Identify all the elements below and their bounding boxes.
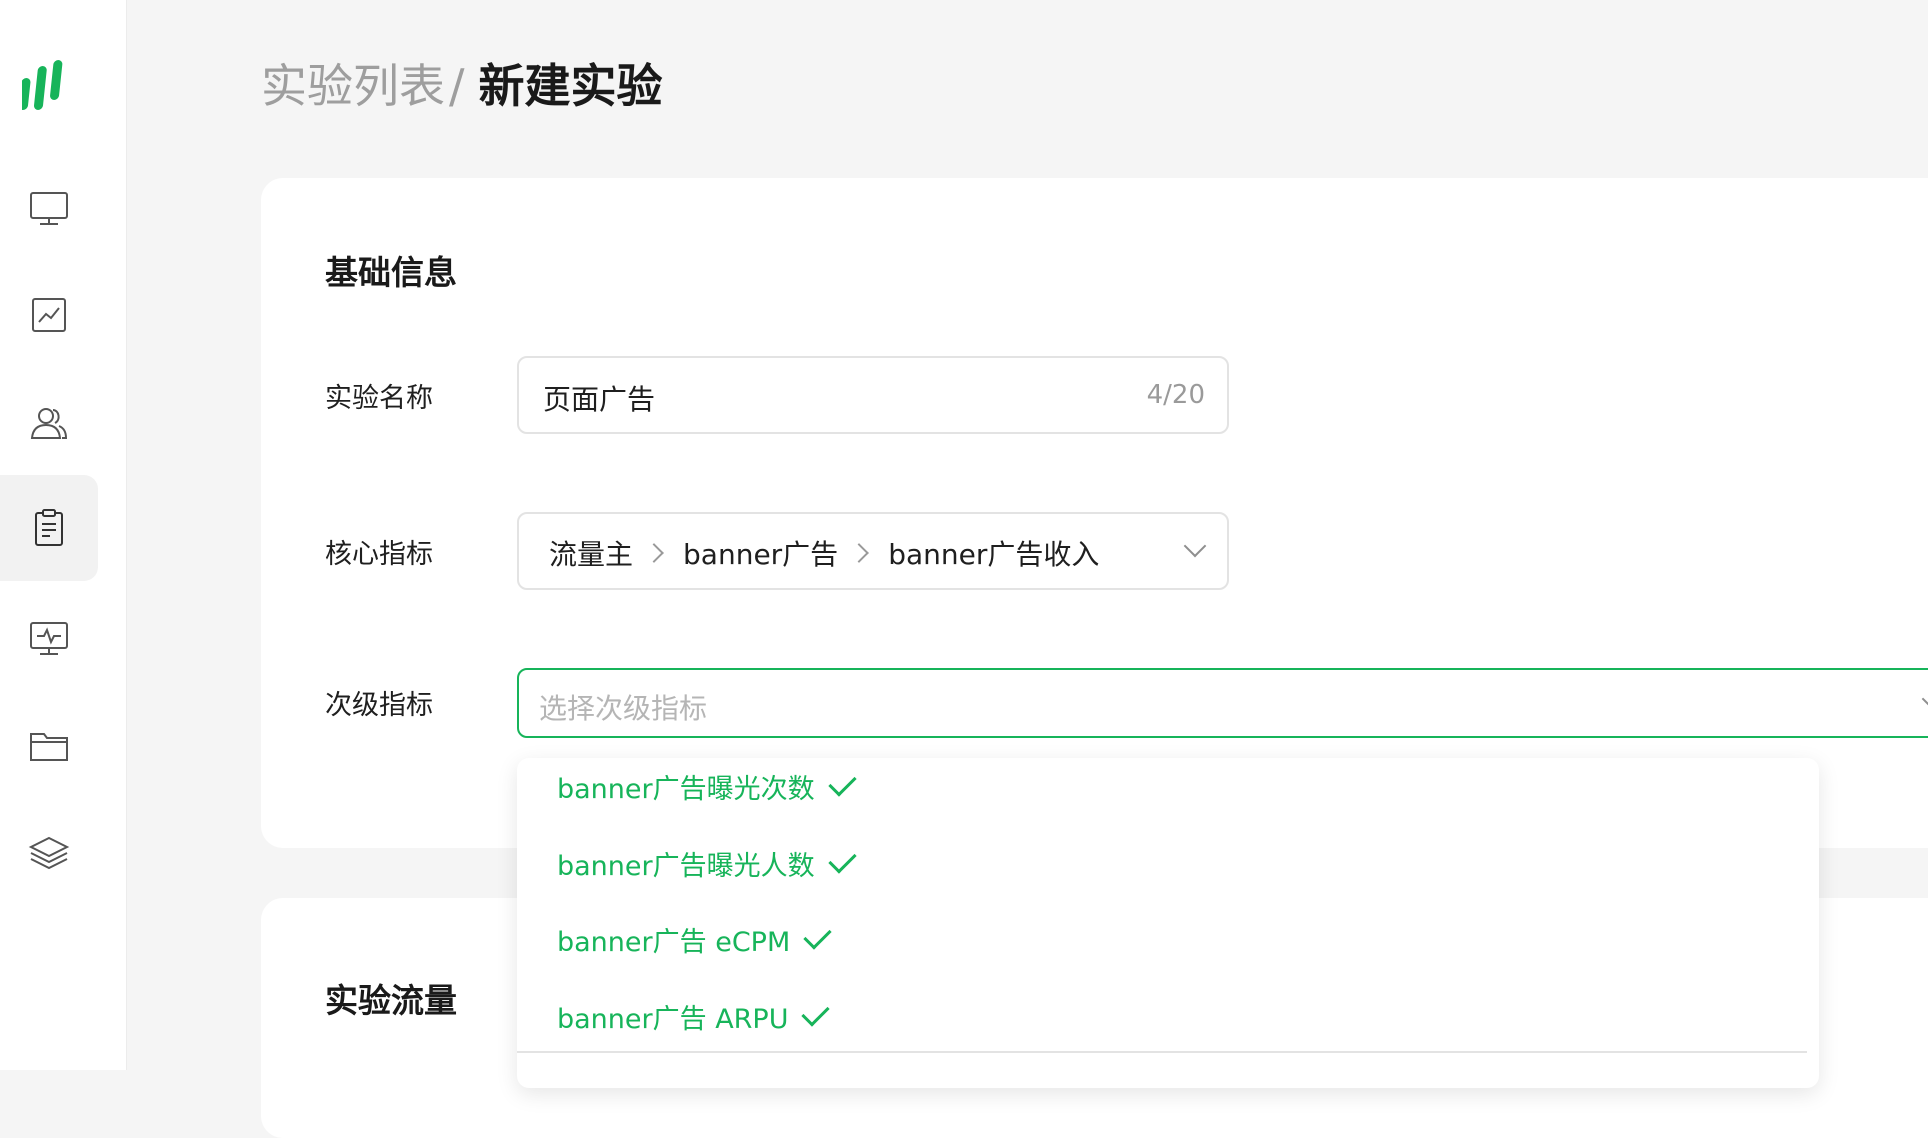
brand-logo[interactable] [18,58,72,116]
chevron-down-icon [1183,534,1207,558]
nav-item-monitoring[interactable] [0,585,98,691]
check-icon [801,997,831,1027]
check-icon [803,920,832,950]
option-label: banner广告曝光人数 [557,850,815,882]
dropdown-option[interactable]: banner广告曝光次数 [557,761,857,811]
dropdown-option[interactable]: banner广告 ARPU [557,991,831,1041]
experiment-name-input[interactable]: 页面广告 4/20 [517,356,1229,434]
dropdown-divider [517,1051,1807,1053]
secondary-metric-dropdown: banner广告曝光次数 banner广告曝光人数 banner广告 eCPM … [517,758,1819,1088]
monitor-icon [30,192,68,225]
nav-item-dashboard[interactable] [0,155,98,261]
core-metric-level-3: banner广告收入 [888,538,1100,571]
breadcrumb-parent-link[interactable]: 实验列表 [261,59,445,113]
chevron-right-icon [644,543,664,563]
logo-icon [18,60,63,110]
nav-item-layers[interactable] [0,800,98,906]
users-icon [30,408,68,439]
core-metric-cascader[interactable]: 流量主 banner广告 banner广告收入 [517,512,1229,590]
character-count: 4/20 [1146,380,1205,410]
experiment-name-value: 页面广告 [543,383,656,416]
experiment-name-label: 实验名称 [325,383,433,414]
check-icon [827,767,857,797]
basic-info-card: 基础信息 实验名称 页面广告 4/20 核心指标 流量主 banner广告 ba… [261,178,1928,848]
layers-icon [28,836,70,870]
secondary-metric-placeholder: 选择次级指标 [539,692,708,725]
option-label: banner广告 ARPU [557,1003,789,1035]
nav-item-experiments[interactable] [0,475,98,581]
line-chart-icon [32,298,66,332]
chevron-right-icon [849,543,870,563]
secondary-metric-select[interactable]: 选择次级指标 [517,668,1928,738]
monitor-pulse-icon [30,622,68,655]
nav-item-analytics[interactable] [0,262,98,368]
breadcrumb-separator: / [449,59,465,113]
core-metric-level-2: banner广告 [683,538,839,571]
core-metric-path: 流量主 banner广告 banner广告收入 [549,533,1099,573]
section-title-basic-info: 基础信息 [325,253,457,292]
nav-item-users[interactable] [0,370,98,476]
core-metric-level-1: 流量主 [549,538,634,571]
dropdown-option[interactable]: banner广告 eCPM [557,914,832,964]
folder-icon [30,733,68,761]
check-icon [827,844,857,874]
sidebar [0,0,127,1070]
option-label: banner广告曝光次数 [557,773,815,805]
nav-item-files[interactable] [0,693,98,799]
clipboard-icon [35,509,63,546]
chevron-down-icon [1921,687,1928,711]
section-title-traffic: 实验流量 [325,981,457,1020]
page-title: 新建实验 [478,59,663,113]
option-label: banner广告 eCPM [557,926,791,958]
secondary-metric-label: 次级指标 [325,690,433,721]
core-metric-label: 核心指标 [325,539,433,570]
breadcrumb: 实验列表/新建实验 [261,54,663,118]
dropdown-option[interactable]: banner广告曝光人数 [557,838,857,888]
